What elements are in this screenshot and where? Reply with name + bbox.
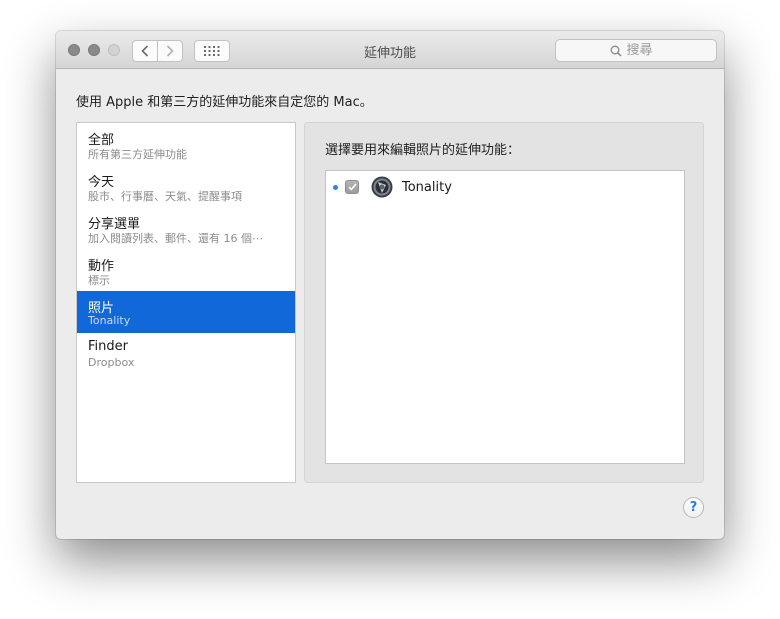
sidebar-item-subtitle: 所有第三方延伸功能 bbox=[88, 148, 187, 161]
sidebar-item-finder[interactable]: Finder Dropbox bbox=[77, 333, 295, 375]
title-bar: 延伸功能 bbox=[56, 31, 724, 69]
sidebar-item-subtitle: 加入閱讀列表、郵件、還有 16 個⋯ bbox=[88, 232, 263, 245]
sidebar-item-subtitle: Tonality bbox=[88, 314, 131, 327]
help-button[interactable]: ? bbox=[683, 497, 704, 518]
preferences-window: 延伸功能 使用 Apple 和第三方的延伸功能來自定您的 Mac。 全部 所有第… bbox=[56, 31, 724, 539]
sidebar-item-title: Finder bbox=[88, 339, 128, 354]
new-indicator-dot bbox=[333, 185, 338, 190]
sidebar-item-all[interactable]: 全部 所有第三方延伸功能 bbox=[77, 123, 295, 165]
sidebar-item-subtitle: 股市、行事曆、天氣、提醒事項 bbox=[88, 190, 242, 203]
sidebar-item-actions[interactable]: 動作 標示 bbox=[77, 249, 295, 291]
sidebar-item-share-menu[interactable]: 分享選單 加入閱讀列表、郵件、還有 16 個⋯ bbox=[77, 207, 295, 249]
extension-list: Tonality bbox=[325, 170, 685, 464]
tonality-app-icon bbox=[371, 176, 393, 198]
extension-detail-panel: 選擇要用來編輯照片的延伸功能： Tonality bbox=[304, 122, 704, 483]
checkmark-icon bbox=[347, 183, 357, 191]
extension-row: Tonality bbox=[326, 176, 684, 200]
panel-label: 選擇要用來編輯照片的延伸功能： bbox=[325, 143, 521, 158]
extension-category-list: 全部 所有第三方延伸功能 今天 股市、行事曆、天氣、提醒事項 分享選單 加入閱讀… bbox=[76, 122, 296, 483]
search-icon bbox=[610, 45, 622, 57]
sidebar-item-subtitle: 標示 bbox=[88, 274, 110, 287]
search-field[interactable] bbox=[555, 39, 717, 62]
sidebar-item-subtitle: Dropbox bbox=[88, 356, 135, 369]
intro-text: 使用 Apple 和第三方的延伸功能來自定您的 Mac。 bbox=[76, 95, 373, 110]
sidebar-item-photos[interactable]: 照片 Tonality bbox=[77, 291, 295, 333]
sidebar-item-today[interactable]: 今天 股市、行事曆、天氣、提醒事項 bbox=[77, 165, 295, 207]
search-input[interactable] bbox=[626, 43, 663, 58]
extension-name: Tonality bbox=[402, 180, 452, 195]
extension-checkbox[interactable] bbox=[345, 180, 359, 194]
